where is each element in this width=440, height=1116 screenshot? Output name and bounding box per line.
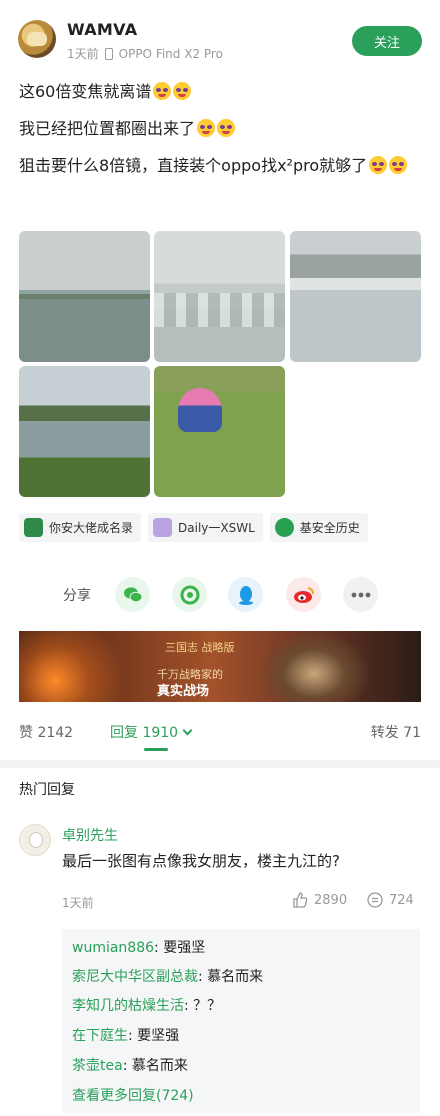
moments-icon bbox=[180, 585, 199, 604]
topic-tag[interactable]: 基安全历史 bbox=[269, 513, 368, 542]
more-icon bbox=[351, 592, 370, 597]
share-row: 分享 bbox=[0, 575, 440, 615]
thumbs-up-icon bbox=[293, 892, 308, 908]
weibo-icon bbox=[293, 586, 314, 603]
view-more-replies-link[interactable]: 查看更多回复(724) bbox=[72, 1085, 194, 1105]
share-qq-button[interactable] bbox=[228, 577, 263, 612]
qq-icon bbox=[238, 585, 253, 605]
share-moments-button[interactable] bbox=[172, 577, 207, 612]
sub-reply[interactable]: wumian886: 要强坚 bbox=[72, 937, 205, 957]
comment-bubble-icon bbox=[367, 892, 383, 908]
comment-like-button[interactable]: 2890 bbox=[292, 892, 347, 908]
user-avatar[interactable] bbox=[18, 20, 56, 58]
post-body: 这60倍变焦就离谱 我已经把位置都圈出来了 狙击要什么8倍镜，直接装个oppo找… bbox=[19, 77, 423, 180]
follow-button[interactable]: 关注 bbox=[352, 26, 422, 56]
hot-replies-title: 热门回复 bbox=[19, 782, 75, 798]
post-line: 狙击要什么8倍镜，直接装个oppo找x²pro就够了 bbox=[19, 151, 423, 180]
topic-tag[interactable]: Daily一XSWL bbox=[148, 513, 263, 542]
repost-count-tab[interactable]: 转发 71 bbox=[371, 722, 421, 742]
smiley-emoji-icon bbox=[197, 119, 216, 137]
chevron-down-icon bbox=[182, 725, 193, 736]
ad-headline: 真实战场 bbox=[157, 684, 210, 699]
photo-shore[interactable] bbox=[290, 231, 421, 362]
post-device: OPPO Find X2 Pro bbox=[118, 46, 223, 61]
reply-count-tab[interactable]: 回复 1910 bbox=[110, 722, 193, 742]
share-weibo-button[interactable] bbox=[286, 577, 321, 612]
comment-time: 1天前 bbox=[62, 896, 94, 910]
section-divider bbox=[0, 760, 440, 768]
comment-text: 最后一张图有点像我女朋友，楼主九江的? bbox=[62, 852, 340, 870]
commenter-name[interactable]: 卓别先生 bbox=[62, 825, 118, 845]
sub-reply[interactable]: 李知几的枯燥生活: ？？ bbox=[72, 995, 221, 1015]
sub-reply[interactable]: 茶壶tea: 慕名而来 bbox=[72, 1055, 188, 1075]
post-header: WAMVA 1天前 OPPO Find X2 Pro 关注 bbox=[0, 0, 440, 70]
topic-tag[interactable]: 你安大佬成名录 bbox=[19, 513, 142, 542]
topic-purple-icon bbox=[153, 518, 173, 537]
topic-green-round-icon bbox=[274, 518, 294, 537]
ad-logo: 三国志 战略版 bbox=[165, 641, 235, 654]
photo-lake[interactable] bbox=[19, 366, 150, 497]
sub-reply[interactable]: 索尼大中华区副总裁: 慕名而来 bbox=[72, 966, 263, 986]
post-line: 我已经把位置都圈出来了 bbox=[19, 114, 423, 143]
username[interactable]: WAMVA bbox=[67, 20, 137, 39]
topic-tags: 你安大佬成名录 Daily一XSWL 基安全历史 bbox=[19, 513, 368, 542]
share-more-button[interactable] bbox=[343, 577, 378, 612]
post-line: 这60倍变焦就离谱 bbox=[19, 77, 423, 106]
smiley-emoji-icon bbox=[217, 119, 236, 137]
sub-replies-box: wumian886: 要强坚 索尼大中华区副总裁: 慕名而来 李知几的枯燥生活:… bbox=[62, 929, 420, 1113]
post-time: 1天前 bbox=[67, 47, 99, 61]
active-tab-indicator bbox=[144, 748, 168, 751]
topic-green-icon bbox=[24, 518, 43, 537]
ad-fire-graphic bbox=[19, 631, 139, 702]
stats-row: 赞 2142 回复 1910 转发 71 bbox=[0, 712, 440, 756]
sub-reply[interactable]: 在下庭生: 要坚强 bbox=[72, 1025, 179, 1045]
phone-icon bbox=[104, 47, 113, 60]
smiley-emoji-icon bbox=[173, 82, 192, 100]
post-meta: 1天前 OPPO Find X2 Pro bbox=[67, 45, 223, 62]
smiley-emoji-icon bbox=[153, 82, 172, 100]
photo-couple-on-grass[interactable] bbox=[154, 366, 285, 497]
smiley-emoji-icon bbox=[389, 156, 408, 174]
ad-character-art bbox=[259, 631, 369, 702]
photo-river[interactable] bbox=[19, 231, 150, 362]
wechat-icon bbox=[123, 586, 142, 602]
commenter-avatar[interactable] bbox=[19, 824, 51, 856]
ad-banner[interactable]: 三国志 战略版 千万战略家的 真实战场 bbox=[19, 631, 421, 702]
comment-reply-button[interactable]: 724 bbox=[367, 892, 414, 908]
share-label: 分享 bbox=[63, 588, 91, 604]
photo-bridge[interactable] bbox=[154, 231, 285, 362]
like-count-tab[interactable]: 赞 2142 bbox=[19, 722, 73, 742]
smiley-emoji-icon bbox=[369, 156, 388, 174]
share-wechat-button[interactable] bbox=[115, 577, 150, 612]
